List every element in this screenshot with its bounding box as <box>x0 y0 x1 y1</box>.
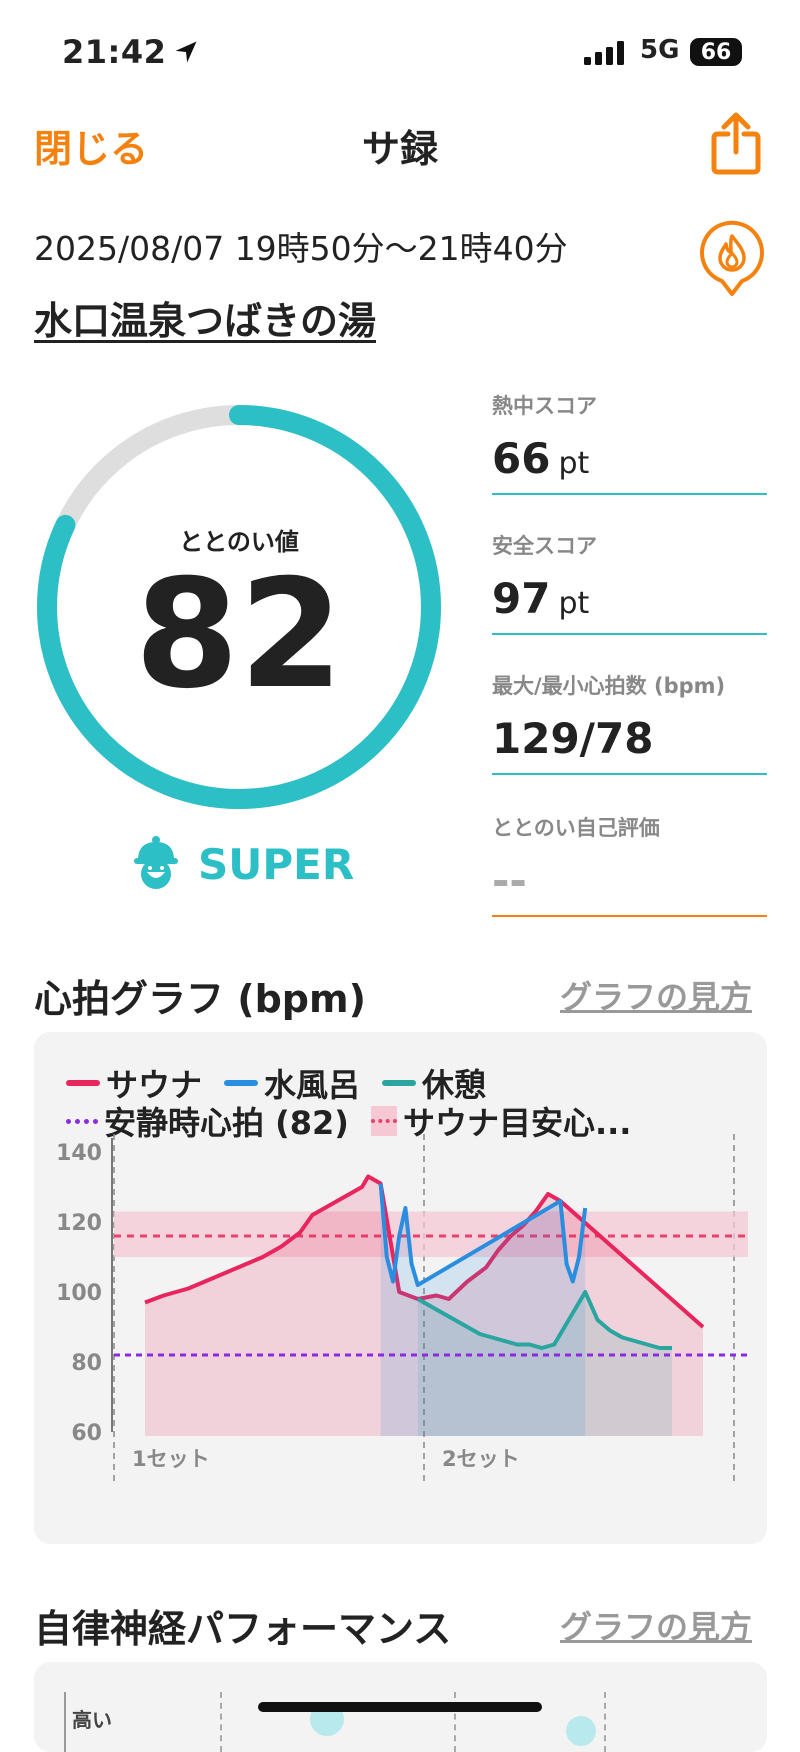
stat-label: 熱中スコア <box>492 394 597 418</box>
session-date-range: 2025/08/07 19時50分〜21時40分 <box>34 229 568 268</box>
y-tick-label: 80 <box>71 1351 102 1376</box>
y-tick-label: 140 <box>56 1141 102 1166</box>
stat-unit: pt <box>558 446 590 481</box>
stat-heart-rate: 最大/最小心拍数 (bpm) 129/78 <box>492 670 767 775</box>
home-indicator <box>258 1702 542 1712</box>
ans-y-axis <box>64 1692 66 1752</box>
stat-heat-score: 熱中スコア 66 pt <box>492 390 767 495</box>
heart-graph-card: サウナ 水風呂 休憩 安静時心拍 (82) サウナ目安心... 140 120 10… <box>34 1032 767 1544</box>
ans-divider <box>220 1692 222 1752</box>
target-hr-band <box>114 1211 748 1257</box>
y-tick-label: 120 <box>56 1211 102 1236</box>
stat-number: 97 <box>492 574 551 623</box>
legend-swatch <box>382 1080 417 1086</box>
status-time: 21:42 <box>62 33 167 71</box>
share-icon[interactable] <box>708 110 764 176</box>
battery-icon: 66 <box>690 38 742 66</box>
ans-divider <box>604 1692 606 1752</box>
y-tick-label: 60 <box>71 1421 102 1446</box>
close-button[interactable]: 閉じる <box>34 118 148 173</box>
fire-badge-icon[interactable] <box>698 220 766 298</box>
y-tick-label: 100 <box>56 1281 102 1306</box>
self-rating-value[interactable]: -- <box>492 856 767 905</box>
ans-help-link[interactable]: グラフの見方 <box>560 1602 752 1648</box>
set-label: 1セット <box>132 1447 210 1471</box>
legend-swatch <box>224 1080 259 1086</box>
stat-underline <box>492 493 767 495</box>
legend-swatch <box>66 1080 100 1086</box>
heart-graph-title: 心拍グラフ (bpm) <box>34 977 366 1021</box>
stat-value: 66 pt <box>492 434 767 483</box>
score-value: 82 <box>134 548 344 722</box>
score-rank: SUPER <box>198 840 355 889</box>
stat-underline <box>492 773 767 775</box>
venue-link[interactable]: 水口温泉つばきの湯 <box>34 290 376 345</box>
stat-underline <box>492 633 767 635</box>
ans-section-title: 自律神経パフォーマンス <box>34 1607 452 1651</box>
stat-label: ととのい自己評価 <box>492 816 660 840</box>
stat-value: 97 pt <box>492 574 767 623</box>
super-rank-icon <box>134 836 178 889</box>
stat-number: 129/78 <box>492 714 654 763</box>
legend-swatch <box>66 1118 98 1124</box>
stat-underline <box>492 915 767 917</box>
stat-label: 最大/最小心拍数 (bpm) <box>492 674 726 698</box>
stat-self-rating[interactable]: ととのい自己評価 -- <box>492 812 767 917</box>
status-bar: 21:42 5G 66 <box>0 0 800 100</box>
ans-marker <box>566 1716 596 1746</box>
location-arrow-icon <box>175 41 197 63</box>
stat-safety-score: 安全スコア 97 pt <box>492 530 767 635</box>
heart-rate-chart: 140 120 100 80 60 1セット 2セット <box>56 1134 748 1482</box>
stat-label: 安全スコア <box>492 534 597 558</box>
stat-value: 129/78 <box>492 714 767 763</box>
cell-signal-icon <box>584 41 624 65</box>
set-label: 2セット <box>442 1447 520 1471</box>
ans-divider <box>454 1692 456 1752</box>
stat-unit: pt <box>558 586 590 621</box>
ans-y-label: 高い <box>72 1708 112 1732</box>
graph-help-link[interactable]: グラフの見方 <box>560 972 752 1018</box>
stat-number: 66 <box>492 434 551 483</box>
network-type: 5G <box>640 35 680 65</box>
